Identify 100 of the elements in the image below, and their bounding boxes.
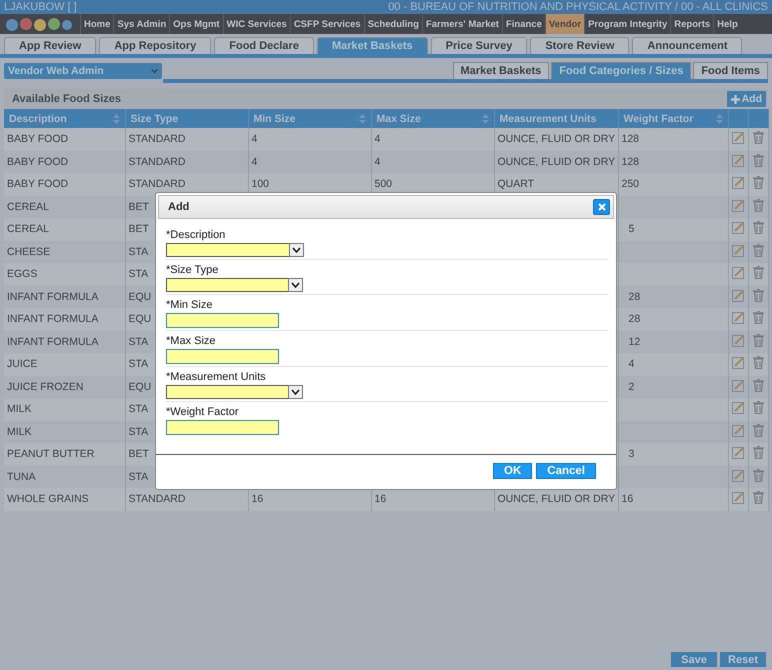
menu-item[interactable]: Vendor (544, 14, 584, 34)
table-cell: INFANT FORMULA (7, 290, 98, 303)
edit-button[interactable] (732, 131, 744, 144)
tab[interactable]: Food Declare (214, 37, 314, 54)
caret-icon (151, 68, 158, 74)
pencil-icon (732, 176, 744, 190)
edit-button[interactable] (732, 311, 744, 324)
delete-button[interactable] (752, 356, 764, 370)
menu-item[interactable]: Reports (670, 14, 714, 34)
menu-item[interactable]: Program Integrity (584, 14, 670, 34)
trash-icon (752, 491, 764, 504)
table-cell: INFANT FORMULA (7, 313, 98, 326)
table-cell: EQU (128, 290, 152, 303)
menu-item[interactable]: Sys Admin (113, 14, 170, 34)
sub-tab[interactable]: Food Items (693, 62, 768, 79)
delete-button[interactable] (752, 311, 764, 324)
delete-button[interactable] (752, 288, 764, 302)
edit-button[interactable] (732, 424, 744, 437)
dialog-button[interactable]: Cancel (536, 463, 596, 479)
pencil-icon (732, 288, 744, 302)
table-cell: 4 (252, 133, 258, 146)
table-cell: PEANUT BUTTER (7, 448, 94, 460)
table-cell: CHEESE (7, 246, 50, 258)
table-cell: 16 (252, 493, 264, 506)
menu-item[interactable]: Farmers' Market (422, 14, 502, 34)
trash-icon (752, 154, 764, 167)
table-cell: 3 (628, 448, 634, 460)
edit-button[interactable] (732, 446, 744, 460)
delete-button[interactable] (752, 468, 764, 482)
edit-button[interactable] (732, 401, 744, 414)
delete-button[interactable] (752, 131, 764, 144)
select-field[interactable] (166, 278, 303, 292)
trash-icon (752, 244, 764, 257)
delete-button[interactable] (752, 266, 764, 280)
tab[interactable]: Announcement (632, 37, 742, 54)
delete-button[interactable] (752, 244, 764, 257)
delete-button[interactable] (752, 491, 764, 504)
delete-button[interactable] (752, 154, 764, 167)
table-cell: 16 (622, 493, 634, 506)
pencil-icon (732, 154, 744, 167)
logo-drawing (4, 16, 74, 32)
tab[interactable]: App Review (4, 37, 96, 54)
table-cell: 5 (628, 223, 634, 236)
delete-button[interactable] (752, 221, 764, 234)
edit-button[interactable] (732, 221, 744, 234)
sort-icon (716, 114, 722, 124)
delete-button[interactable] (752, 424, 764, 437)
table-cell: MILK (7, 403, 32, 416)
pencil-icon (732, 198, 744, 212)
select-field[interactable] (166, 243, 304, 257)
table-cell: STANDARD (128, 178, 186, 190)
table-cell: 16 (374, 493, 386, 506)
sort-icon (112, 114, 120, 124)
delete-button[interactable] (752, 176, 764, 190)
table-cell: 4 (628, 358, 634, 370)
menu-item[interactable]: Ops Mgmt (169, 14, 223, 34)
menu-item[interactable]: Home (80, 14, 114, 34)
table-cell: STANDARD (128, 493, 186, 506)
edit-button[interactable] (732, 334, 744, 347)
delete-button[interactable] (752, 198, 764, 212)
table-cell: TUNA (7, 470, 36, 483)
tab[interactable]: App Repository (99, 37, 212, 54)
table-cell: 100 (252, 178, 270, 190)
trash-icon (752, 401, 764, 414)
menu-item[interactable]: Help (713, 14, 741, 34)
edit-button[interactable] (732, 244, 744, 257)
edit-button[interactable] (732, 154, 744, 167)
edit-button[interactable] (732, 356, 744, 370)
menu-item[interactable]: Scheduling (364, 14, 422, 34)
edit-button[interactable] (732, 491, 744, 504)
table-cell: INFANT FORMULA (7, 336, 98, 348)
edit-button[interactable] (732, 378, 744, 392)
tab[interactable]: Price Survey (430, 37, 528, 54)
sub-tab[interactable]: Market Baskets (452, 62, 550, 79)
edit-button[interactable] (732, 266, 744, 280)
panel-title: Available Food Sizes (12, 93, 122, 105)
delete-button[interactable] (752, 378, 764, 392)
menu-item[interactable]: WIC Services (222, 14, 290, 34)
delete-button[interactable] (752, 334, 764, 347)
table-cell: STA (128, 358, 148, 370)
edit-button[interactable] (732, 176, 744, 190)
close-button[interactable] (593, 199, 610, 215)
delete-button[interactable] (752, 446, 764, 460)
tab[interactable]: Store Review (530, 37, 630, 54)
edit-button[interactable] (732, 288, 744, 302)
table-cell: 500 (374, 178, 392, 190)
pencil-icon (732, 266, 744, 280)
edit-button[interactable] (732, 468, 744, 482)
table-cell: CEREAL (7, 200, 50, 213)
table-cell: STANDARD (128, 133, 186, 146)
dialog-button[interactable]: OK (493, 463, 532, 479)
menu-item[interactable]: CSFP Services (290, 14, 364, 34)
user-name: LJAKUBOW [ ] (4, 1, 77, 13)
edit-button[interactable] (732, 198, 744, 212)
input-field[interactable] (166, 349, 279, 364)
select-field[interactable] (166, 385, 303, 399)
input-field[interactable] (166, 313, 279, 328)
delete-button[interactable] (752, 401, 764, 414)
input-field[interactable] (166, 420, 279, 435)
field-label: *Min Size (166, 299, 214, 311)
